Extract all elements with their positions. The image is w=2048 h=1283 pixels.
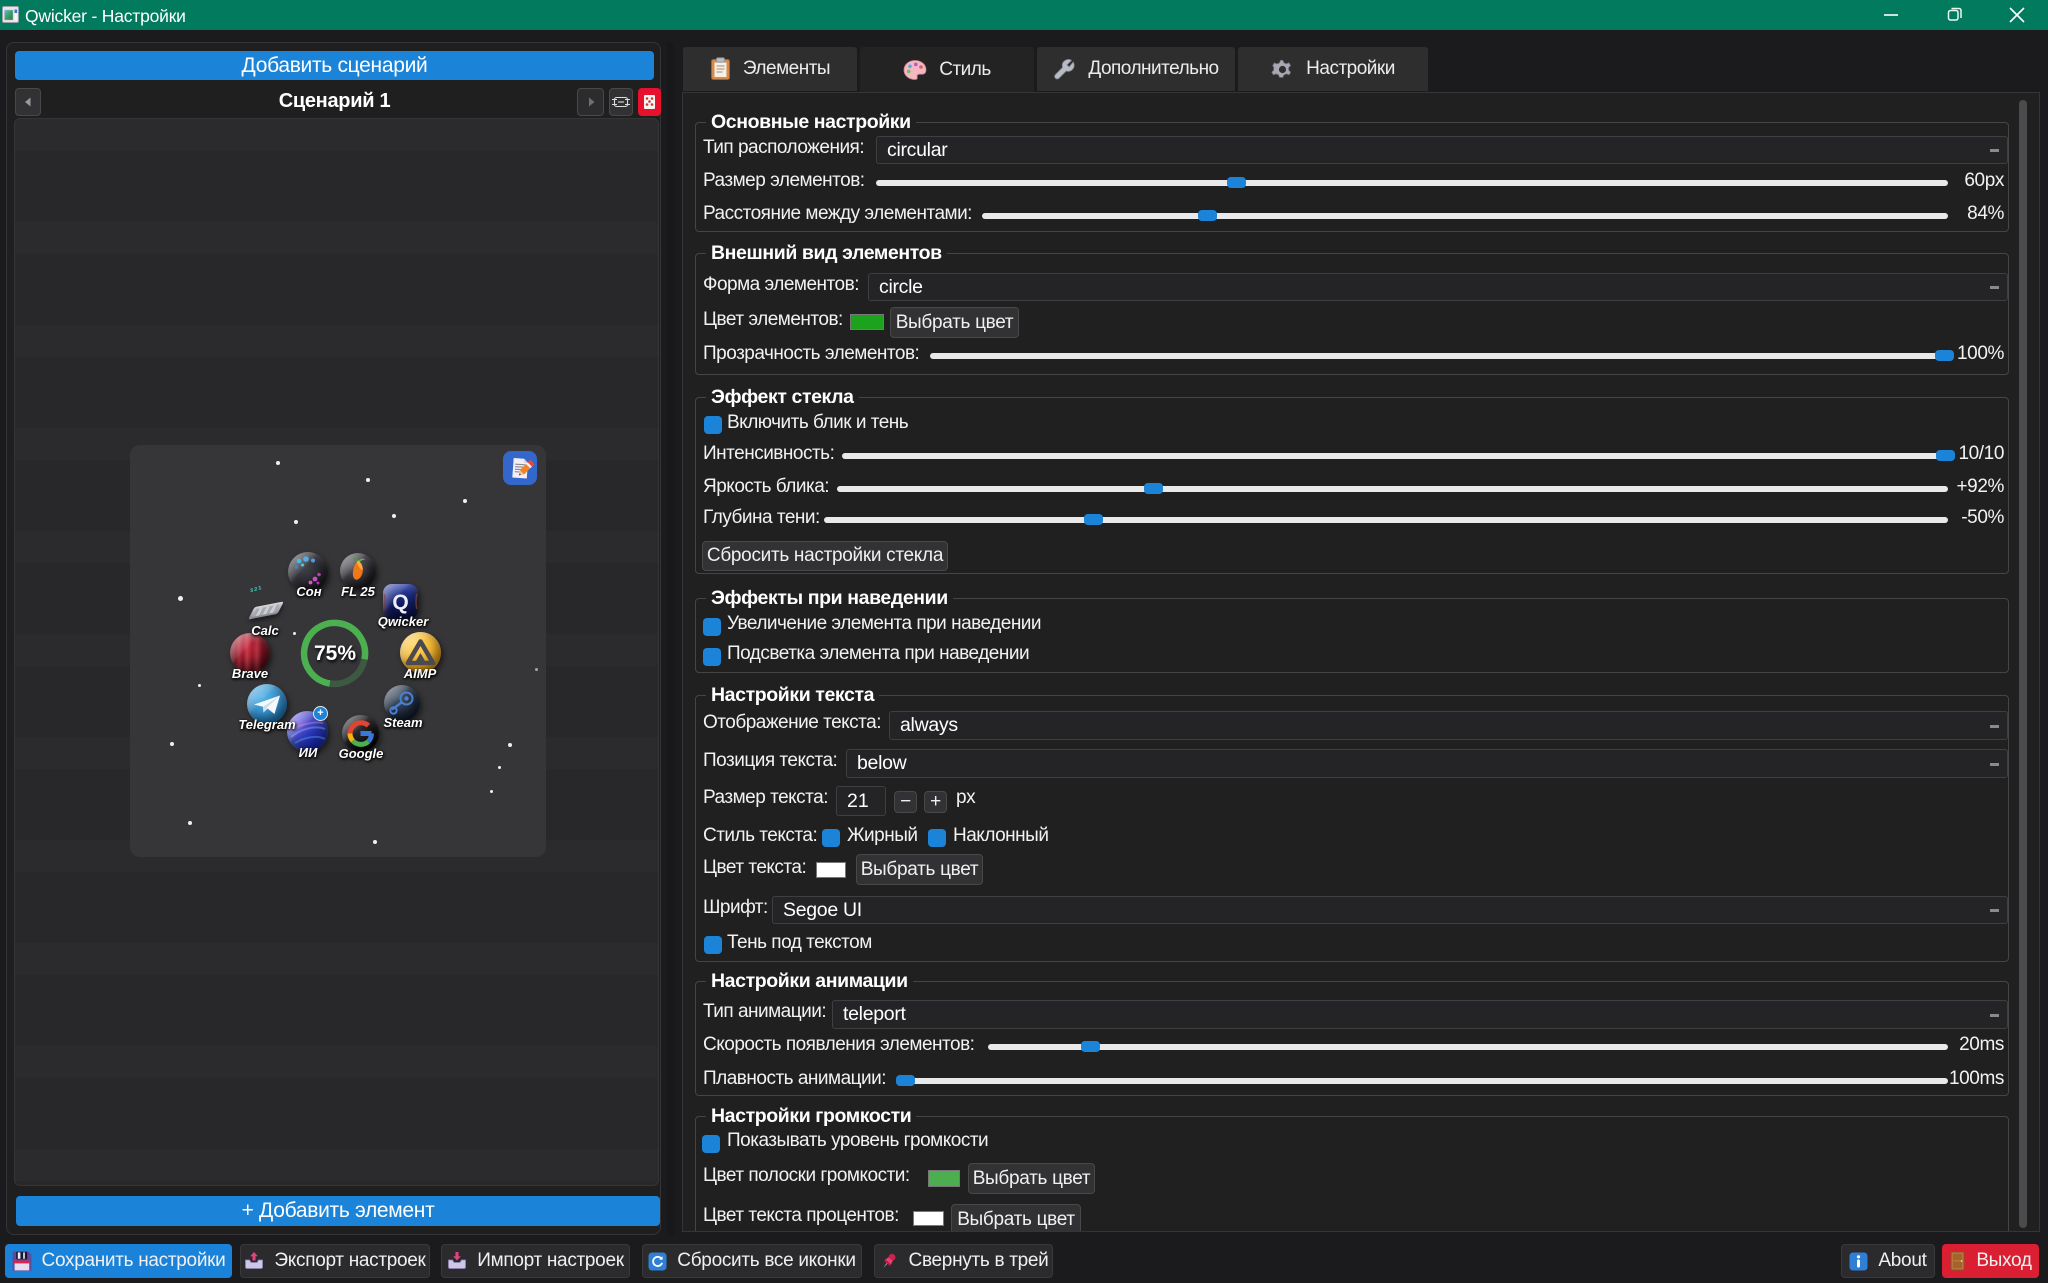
svg-text:Q: Q — [392, 591, 408, 614]
